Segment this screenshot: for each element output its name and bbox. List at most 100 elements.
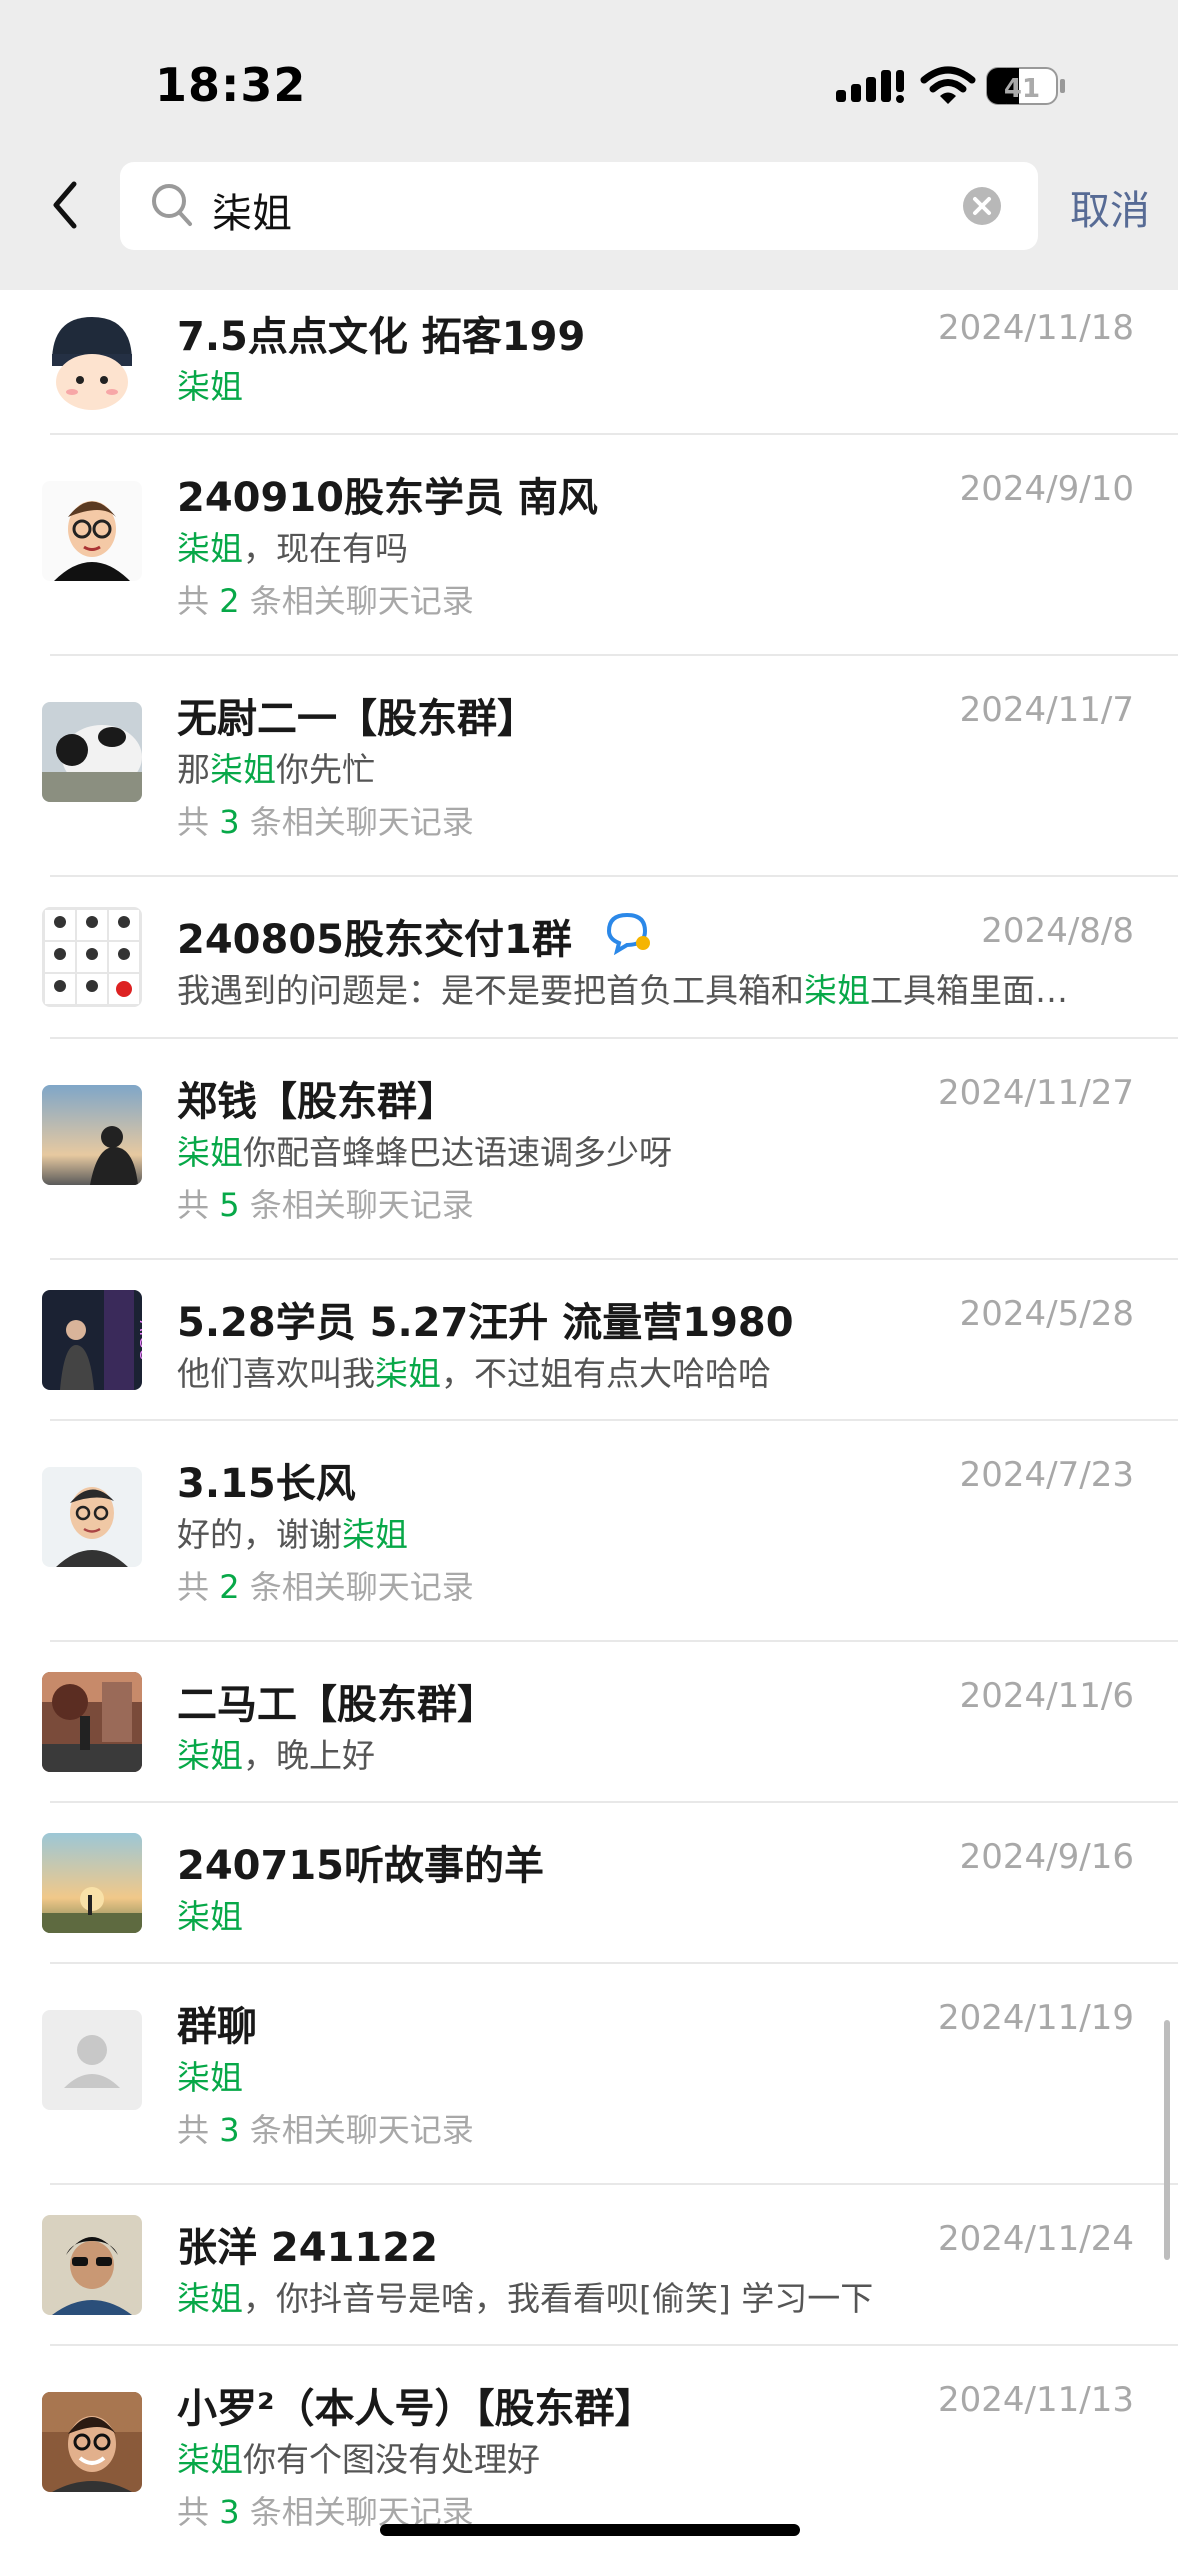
snippet-text: 好的，谢谢 bbox=[177, 1515, 342, 1554]
search-result-item[interactable]: 240805股东交付1群 2024/8/8 我遇到的问题是：是不是要把首负工具箱和柒… bbox=[0, 877, 1178, 1039]
result-snippet: 柒姐 bbox=[177, 2051, 243, 2099]
search-result-item[interactable]: 二马工【股东群】 2024/11/6 柒姐，晚上好 bbox=[0, 1642, 1178, 1803]
scrollbar[interactable] bbox=[1164, 2020, 1170, 2260]
battery-level: 41 bbox=[1004, 74, 1040, 104]
search-result-item[interactable]: 无尉二一【股东群】 2024/11/7 那柒姐你先忙共 3 条相关聊天记录 bbox=[0, 656, 1178, 877]
result-date: 2024/9/10 bbox=[959, 469, 1134, 509]
panda-avatar[interactable] bbox=[42, 702, 142, 802]
related-records-count: 共 3 条相关聊天记录 bbox=[177, 2105, 474, 2151]
cellular-signal-icon bbox=[836, 70, 904, 103]
count-number: 3 bbox=[219, 803, 240, 841]
snippet-text: 我遇到的问题是：是不是要把首负工具箱和 bbox=[177, 971, 804, 1010]
result-snippet: 他们喜欢叫我柒姐，不过姐有点大哈哈哈 bbox=[177, 1347, 771, 1395]
result-date: 2024/11/6 bbox=[959, 1676, 1134, 1716]
keyword-highlight: 柒姐 bbox=[177, 367, 243, 406]
snippet-text: ，不过姐有点大哈哈哈 bbox=[441, 1354, 771, 1393]
keyword-highlight: 柒姐 bbox=[177, 1897, 243, 1936]
search-result-item[interactable]: 7.5点点文化 拓客199 2024/11/18 柒姐 bbox=[0, 290, 1178, 435]
snippet-text: 他们喜欢叫我 bbox=[177, 1354, 375, 1393]
aigc-neon-avatar[interactable]: AIGC bbox=[42, 1290, 142, 1390]
cartoon-man-avatar[interactable] bbox=[42, 1467, 142, 1567]
count-suffix: 条相关聊天记录 bbox=[239, 1568, 474, 1606]
group-grid-avatar[interactable] bbox=[42, 907, 142, 1007]
header-bar: 18:32 41 柒姐 取消 bbox=[0, 0, 1178, 290]
snippet-text: ，你抖音号是啥，我看看呗[偷笑] 学习一下 bbox=[243, 2279, 874, 2318]
sunset-kite-avatar[interactable] bbox=[42, 1833, 142, 1933]
keyword-highlight: 柒姐 bbox=[342, 1515, 408, 1554]
result-title: 张洋 241122 bbox=[177, 2225, 438, 2271]
keyword-highlight: 柒姐 bbox=[210, 750, 276, 789]
street-photo-avatar[interactable] bbox=[42, 1672, 142, 1772]
search-icon bbox=[152, 184, 192, 226]
wifi-icon bbox=[920, 66, 976, 104]
sunglasses-man-avatar[interactable] bbox=[42, 2215, 142, 2315]
sunset-silhouette-avatar[interactable] bbox=[42, 1085, 142, 1185]
search-result-item[interactable]: 郑钱【股东群】 2024/11/27 柒姐你配音蜂蜂巴达语速调多少呀共 5 条相关聊… bbox=[0, 1039, 1178, 1260]
result-snippet: 柒姐，晚上好 bbox=[177, 1729, 375, 1777]
result-date: 2024/11/7 bbox=[959, 690, 1134, 730]
search-result-item[interactable]: 张洋 241122 2024/11/24 柒姐，你抖音号是啥，我看看呗[偷笑] 学习… bbox=[0, 2185, 1178, 2346]
result-title: 3.15长风 bbox=[177, 1461, 356, 1507]
result-snippet: 柒姐，你抖音号是啥，我看看呗[偷笑] 学习一下 bbox=[177, 2272, 873, 2320]
count-prefix: 共 bbox=[177, 1186, 220, 1224]
clear-search-icon[interactable] bbox=[962, 186, 1002, 226]
result-date: 2024/11/13 bbox=[938, 2380, 1134, 2420]
related-records-count: 共 2 条相关聊天记录 bbox=[177, 576, 474, 622]
snippet-text: 那 bbox=[177, 750, 210, 789]
search-result-item[interactable]: 小罗²（本人号）【股东群】 2024/11/13 柒姐你有个图没有处理好共 3 条相… bbox=[0, 2346, 1178, 2576]
count-prefix: 共 bbox=[177, 582, 220, 620]
search-query: 柒姐 bbox=[212, 191, 292, 237]
search-result-item[interactable]: AIGC 5.28学员 5.27汪升 流量营1980 2024/5/28 他们喜欢叫我… bbox=[0, 1260, 1178, 1421]
result-title: 240910股东学员 南风 bbox=[177, 475, 598, 521]
count-number: 5 bbox=[219, 1186, 240, 1224]
svg-text:AIGC: AIGC bbox=[136, 1320, 142, 1359]
home-indicator[interactable] bbox=[380, 2524, 800, 2536]
keyword-highlight: 柒姐 bbox=[177, 2279, 243, 2318]
search-result-item[interactable]: 群聊 2024/11/19 柒姐共 3 条相关聊天记录 bbox=[0, 1964, 1178, 2185]
count-suffix: 条相关聊天记录 bbox=[239, 2111, 474, 2149]
related-records-count: 共 5 条相关聊天记录 bbox=[177, 1180, 474, 1226]
result-date: 2024/11/18 bbox=[938, 308, 1134, 348]
count-number: 3 bbox=[219, 2493, 240, 2531]
result-snippet: 柒姐，现在有吗 bbox=[177, 522, 408, 570]
keyword-highlight: 柒姐 bbox=[177, 1736, 243, 1775]
search-input[interactable]: 柒姐 bbox=[120, 162, 1038, 250]
snippet-text: ，现在有吗 bbox=[243, 529, 408, 568]
result-date: 2024/11/27 bbox=[938, 1073, 1134, 1113]
count-suffix: 条相关聊天记录 bbox=[239, 803, 474, 841]
default-person-avatar[interactable] bbox=[42, 2010, 142, 2110]
result-date: 2024/11/24 bbox=[938, 2219, 1134, 2259]
keyword-highlight: 柒姐 bbox=[177, 529, 243, 568]
result-snippet: 柒姐 bbox=[177, 360, 243, 408]
back-button[interactable] bbox=[38, 170, 94, 240]
chat-bubble-badge-icon bbox=[603, 911, 651, 959]
smiling-man-avatar[interactable] bbox=[42, 2392, 142, 2492]
result-snippet: 柒姐 bbox=[177, 1890, 243, 1938]
count-number: 3 bbox=[219, 2111, 240, 2149]
result-snippet: 那柒姐你先忙 bbox=[177, 743, 375, 791]
keyword-highlight: 柒姐 bbox=[375, 1354, 441, 1393]
beanie-cartoon-avatar[interactable] bbox=[42, 312, 142, 412]
result-snippet: 我遇到的问题是：是不是要把首负工具箱和柒姐工具箱里面… bbox=[177, 964, 1068, 1012]
result-date: 2024/7/23 bbox=[959, 1455, 1134, 1495]
result-date: 2024/5/28 bbox=[959, 1294, 1134, 1334]
result-snippet: 柒姐你配音蜂蜂巴达语速调多少呀 bbox=[177, 1126, 672, 1174]
search-result-item[interactable]: 240910股东学员 南风 2024/9/10 柒姐，现在有吗共 2 条相关聊天记录 bbox=[0, 435, 1178, 656]
search-result-item[interactable]: 240715听故事的羊 2024/9/16 柒姐 bbox=[0, 1803, 1178, 1964]
count-suffix: 条相关聊天记录 bbox=[239, 1186, 474, 1224]
count-number: 2 bbox=[219, 1568, 240, 1606]
snippet-text: 你有个图没有处理好 bbox=[243, 2440, 540, 2479]
keyword-highlight: 柒姐 bbox=[177, 2440, 243, 2479]
cancel-button[interactable]: 取消 bbox=[1070, 178, 1150, 236]
result-date: 2024/9/16 bbox=[959, 1837, 1134, 1877]
search-result-item[interactable]: 3.15长风 2024/7/23 好的，谢谢柒姐共 2 条相关聊天记录 bbox=[0, 1421, 1178, 1642]
result-title: 二马工【股东群】 bbox=[177, 1682, 497, 1728]
snippet-text: ，晚上好 bbox=[243, 1736, 375, 1775]
battery-icon: 41 bbox=[986, 67, 1065, 105]
result-title: 240715听故事的羊 bbox=[177, 1843, 544, 1889]
snippet-text: 你先忙 bbox=[276, 750, 375, 789]
count-suffix: 条相关聊天记录 bbox=[239, 582, 474, 620]
glasses-cartoon-avatar[interactable] bbox=[42, 481, 142, 581]
result-snippet: 好的，谢谢柒姐 bbox=[177, 1508, 408, 1556]
snippet-text: 你配音蜂蜂巴达语速调多少呀 bbox=[243, 1133, 672, 1172]
